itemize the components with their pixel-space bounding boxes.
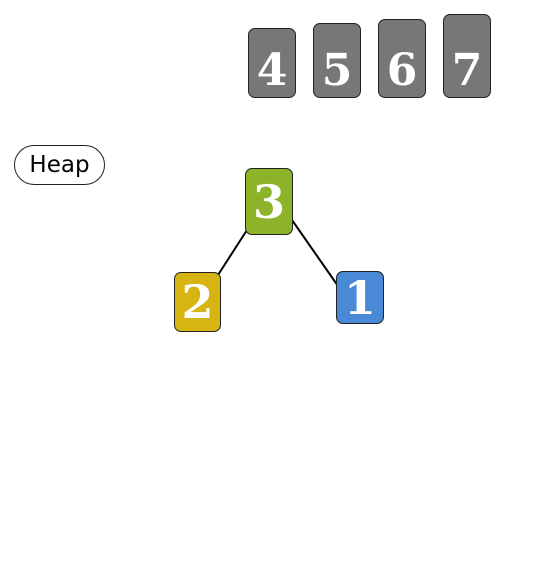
- sorted-card-5: 5: [313, 23, 361, 98]
- heap-node-value: 2: [181, 275, 214, 329]
- sorted-card-7: 7: [443, 14, 491, 98]
- edge-root-right: [291, 219, 339, 287]
- sorted-card-label: 4: [256, 45, 288, 96]
- sorted-card-4: 4: [248, 28, 296, 98]
- sorted-card-6: 6: [378, 19, 426, 98]
- heap-label: Heap: [14, 145, 105, 185]
- sorted-card-label: 6: [386, 45, 418, 96]
- heap-node-value: 1: [343, 270, 376, 325]
- heap-node-root: 3: [245, 168, 293, 235]
- heap-node-right: 1: [336, 271, 384, 324]
- sorted-card-label: 5: [321, 45, 353, 96]
- heap-node-value: 3: [252, 174, 285, 229]
- edge-root-left: [217, 229, 248, 276]
- heap-node-left: 2: [174, 272, 221, 332]
- sorted-card-label: 7: [451, 45, 483, 96]
